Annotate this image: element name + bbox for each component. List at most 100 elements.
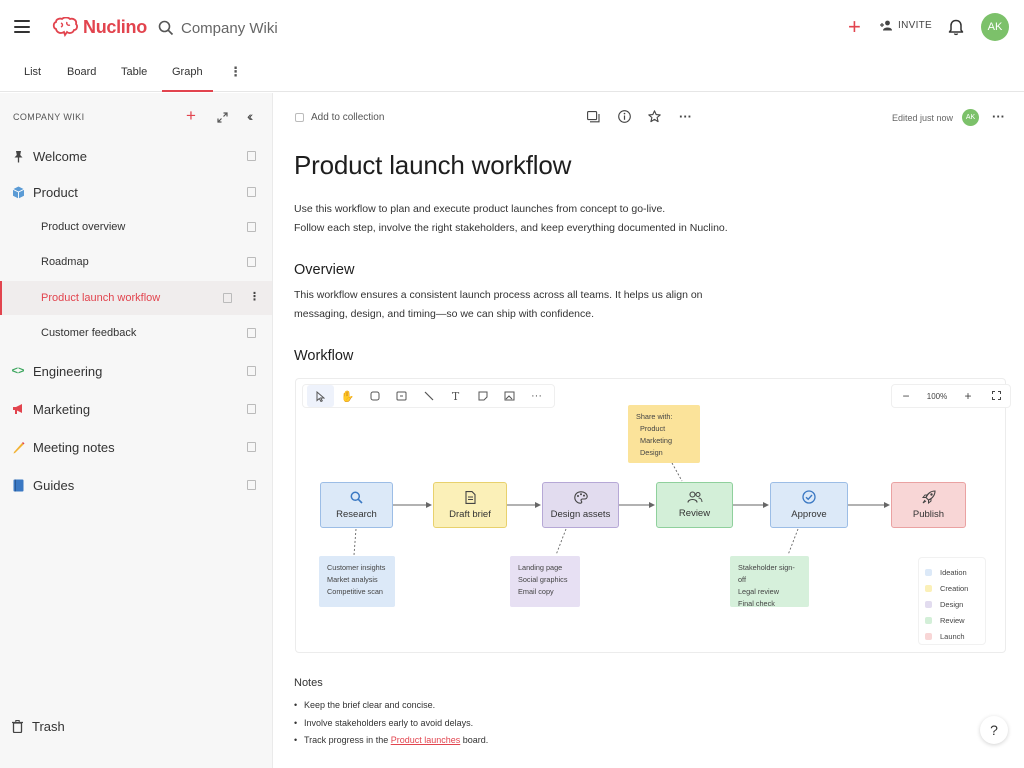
document-icon — [247, 442, 256, 452]
sidebar-header: COMPANY WIKI — [13, 112, 85, 122]
sticky-item: Email copy — [518, 587, 554, 596]
text-tool-icon[interactable]: T — [442, 385, 469, 407]
sidebar-item-product[interactable]: Product — [0, 175, 272, 209]
node-draft-brief[interactable]: Draft brief — [433, 482, 507, 528]
image-tool-icon[interactable] — [496, 385, 523, 407]
tab-list[interactable]: List — [24, 66, 41, 78]
legend-item: Review — [925, 612, 985, 628]
sticky-design-notes[interactable]: Landing page Social graphics Email copy — [510, 556, 580, 607]
legend-item: Design — [925, 596, 985, 612]
sticky-item: Customer insights — [327, 563, 386, 572]
sidebar-item-label: Marketing — [33, 401, 91, 417]
frame-tool-icon[interactable] — [388, 385, 415, 407]
sidebar-item-roadmap[interactable]: Roadmap — [0, 245, 272, 279]
menu-icon[interactable] — [14, 20, 30, 33]
palette-icon — [573, 490, 588, 504]
tab-table[interactable]: Table — [121, 66, 147, 78]
collapse-sidebar-icon[interactable]: ‹‹ — [247, 108, 254, 124]
more-tools-icon[interactable]: ··· — [523, 385, 550, 407]
book-icon — [11, 478, 25, 492]
hand-tool-icon[interactable]: ✋ — [334, 385, 361, 407]
intro-line-2: Follow each step, involve the right stak… — [294, 222, 728, 234]
add-to-collection-button[interactable]: Add to collection — [295, 112, 384, 123]
sticky-note-tool-icon[interactable] — [469, 385, 496, 407]
star-icon[interactable] — [648, 110, 661, 128]
node-label: Publish — [912, 509, 945, 520]
tab-board[interactable]: Board — [67, 66, 96, 78]
trash-label: Trash — [32, 719, 65, 734]
sticky-item: Competitive scan — [327, 587, 383, 596]
document-icon — [247, 222, 256, 232]
workflow-whiteboard[interactable]: ✋ T ··· − 100% + Share with: Product Mar… — [295, 378, 1011, 653]
document-icon — [247, 151, 256, 161]
main-content: Add to collection ··· Edited just now AK… — [274, 93, 1024, 768]
copy-icon[interactable] — [587, 110, 600, 128]
notifications-bell-icon[interactable] — [948, 18, 964, 41]
tabs-more-icon[interactable]: ⋮ — [229, 64, 242, 80]
note-text: board. — [460, 735, 489, 745]
document-icon — [247, 480, 256, 490]
search-bar[interactable]: Company Wiki — [158, 16, 278, 40]
trash-link[interactable]: Trash — [12, 719, 65, 734]
sidebar-item-meeting-notes[interactable]: Meeting notes — [0, 430, 272, 464]
sidebar-item-guides[interactable]: Guides — [0, 468, 272, 502]
more-options-icon[interactable]: ··· — [679, 109, 692, 124]
info-icon[interactable] — [618, 110, 631, 128]
legend-item: Ideation — [925, 564, 985, 580]
editor-avatar: AK — [962, 109, 979, 126]
sidebar-item-product-launch-workflow[interactable]: Product launch workflow ⋮ — [0, 281, 272, 315]
top-bar: Nuclino Company Wiki + INVITE AK — [0, 0, 1024, 56]
note-item: Track progress in the Product launches b… — [294, 735, 489, 745]
node-design-assets[interactable]: Design assets — [542, 482, 619, 528]
intro-line-1: Use this workflow to plan and execute pr… — [294, 203, 666, 215]
help-button[interactable]: ? — [980, 716, 1008, 744]
line-tool-icon[interactable] — [415, 385, 442, 407]
page-title: Product launch workflow — [294, 150, 572, 180]
sticky-item: Design — [640, 448, 663, 457]
sidebar-add-button[interactable]: + — [186, 107, 196, 124]
legend-label: Ideation — [940, 567, 967, 577]
notes-heading: Notes — [294, 677, 323, 689]
sticky-research-notes[interactable]: Customer insights Market analysis Compet… — [319, 556, 395, 607]
invite-button[interactable]: INVITE — [880, 20, 932, 31]
expand-icon[interactable] — [217, 110, 228, 128]
legend-swatch — [925, 600, 932, 608]
document-icon — [464, 490, 476, 504]
tab-graph[interactable]: Graph — [162, 66, 213, 92]
sticky-share-with[interactable]: Share with: Product Marketing Design — [628, 405, 700, 463]
create-plus-button[interactable]: + — [848, 16, 861, 38]
node-review[interactable]: Review — [656, 482, 733, 528]
sidebar-item-label: Product overview — [41, 221, 126, 233]
select-tool-icon[interactable] — [307, 385, 334, 407]
logo[interactable]: Nuclino — [52, 15, 147, 39]
sticky-item: Social graphics — [518, 575, 568, 584]
add-to-collection-label: Add to collection — [311, 112, 385, 123]
document-toolbar: Add to collection ··· Edited just now AK… — [274, 93, 1024, 143]
sidebar-item-customer-feedback[interactable]: Customer feedback — [0, 316, 272, 350]
product-launches-link[interactable]: Product launches — [391, 735, 461, 745]
node-approve[interactable]: Approve — [770, 482, 848, 528]
shape-tool-icon[interactable] — [361, 385, 388, 407]
user-avatar[interactable]: AK — [981, 13, 1009, 41]
search-text: Company Wiki — [181, 19, 278, 37]
node-publish[interactable]: Publish — [891, 482, 966, 528]
sidebar-item-welcome[interactable]: Welcome — [0, 139, 272, 173]
zoom-in-button[interactable]: + — [954, 389, 982, 403]
sidebar-item-engineering[interactable]: <> Engineering — [0, 354, 272, 388]
check-circle-icon — [802, 490, 816, 504]
node-label: Review — [678, 508, 711, 519]
sidebar-item-label: Welcome — [33, 148, 87, 164]
sidebar-item-product-overview[interactable]: Product overview — [0, 210, 272, 244]
search-icon — [158, 20, 174, 36]
item-menu-icon[interactable]: ⋮ — [249, 290, 260, 303]
sidebar-item-label: Product launch workflow — [41, 292, 161, 304]
node-research[interactable]: Research — [320, 482, 393, 528]
sidebar-item-marketing[interactable]: Marketing — [0, 392, 272, 426]
add-user-icon — [880, 20, 892, 31]
sticky-approve-notes[interactable]: Stakeholder sign-off Legal review Final … — [730, 556, 809, 608]
document-menu-icon[interactable]: ··· — [992, 109, 1005, 124]
zoom-out-button[interactable]: − — [892, 389, 920, 403]
fullscreen-icon[interactable] — [982, 389, 1010, 403]
legend-item: Launch — [925, 628, 985, 644]
overview-heading: Overview — [294, 262, 355, 278]
